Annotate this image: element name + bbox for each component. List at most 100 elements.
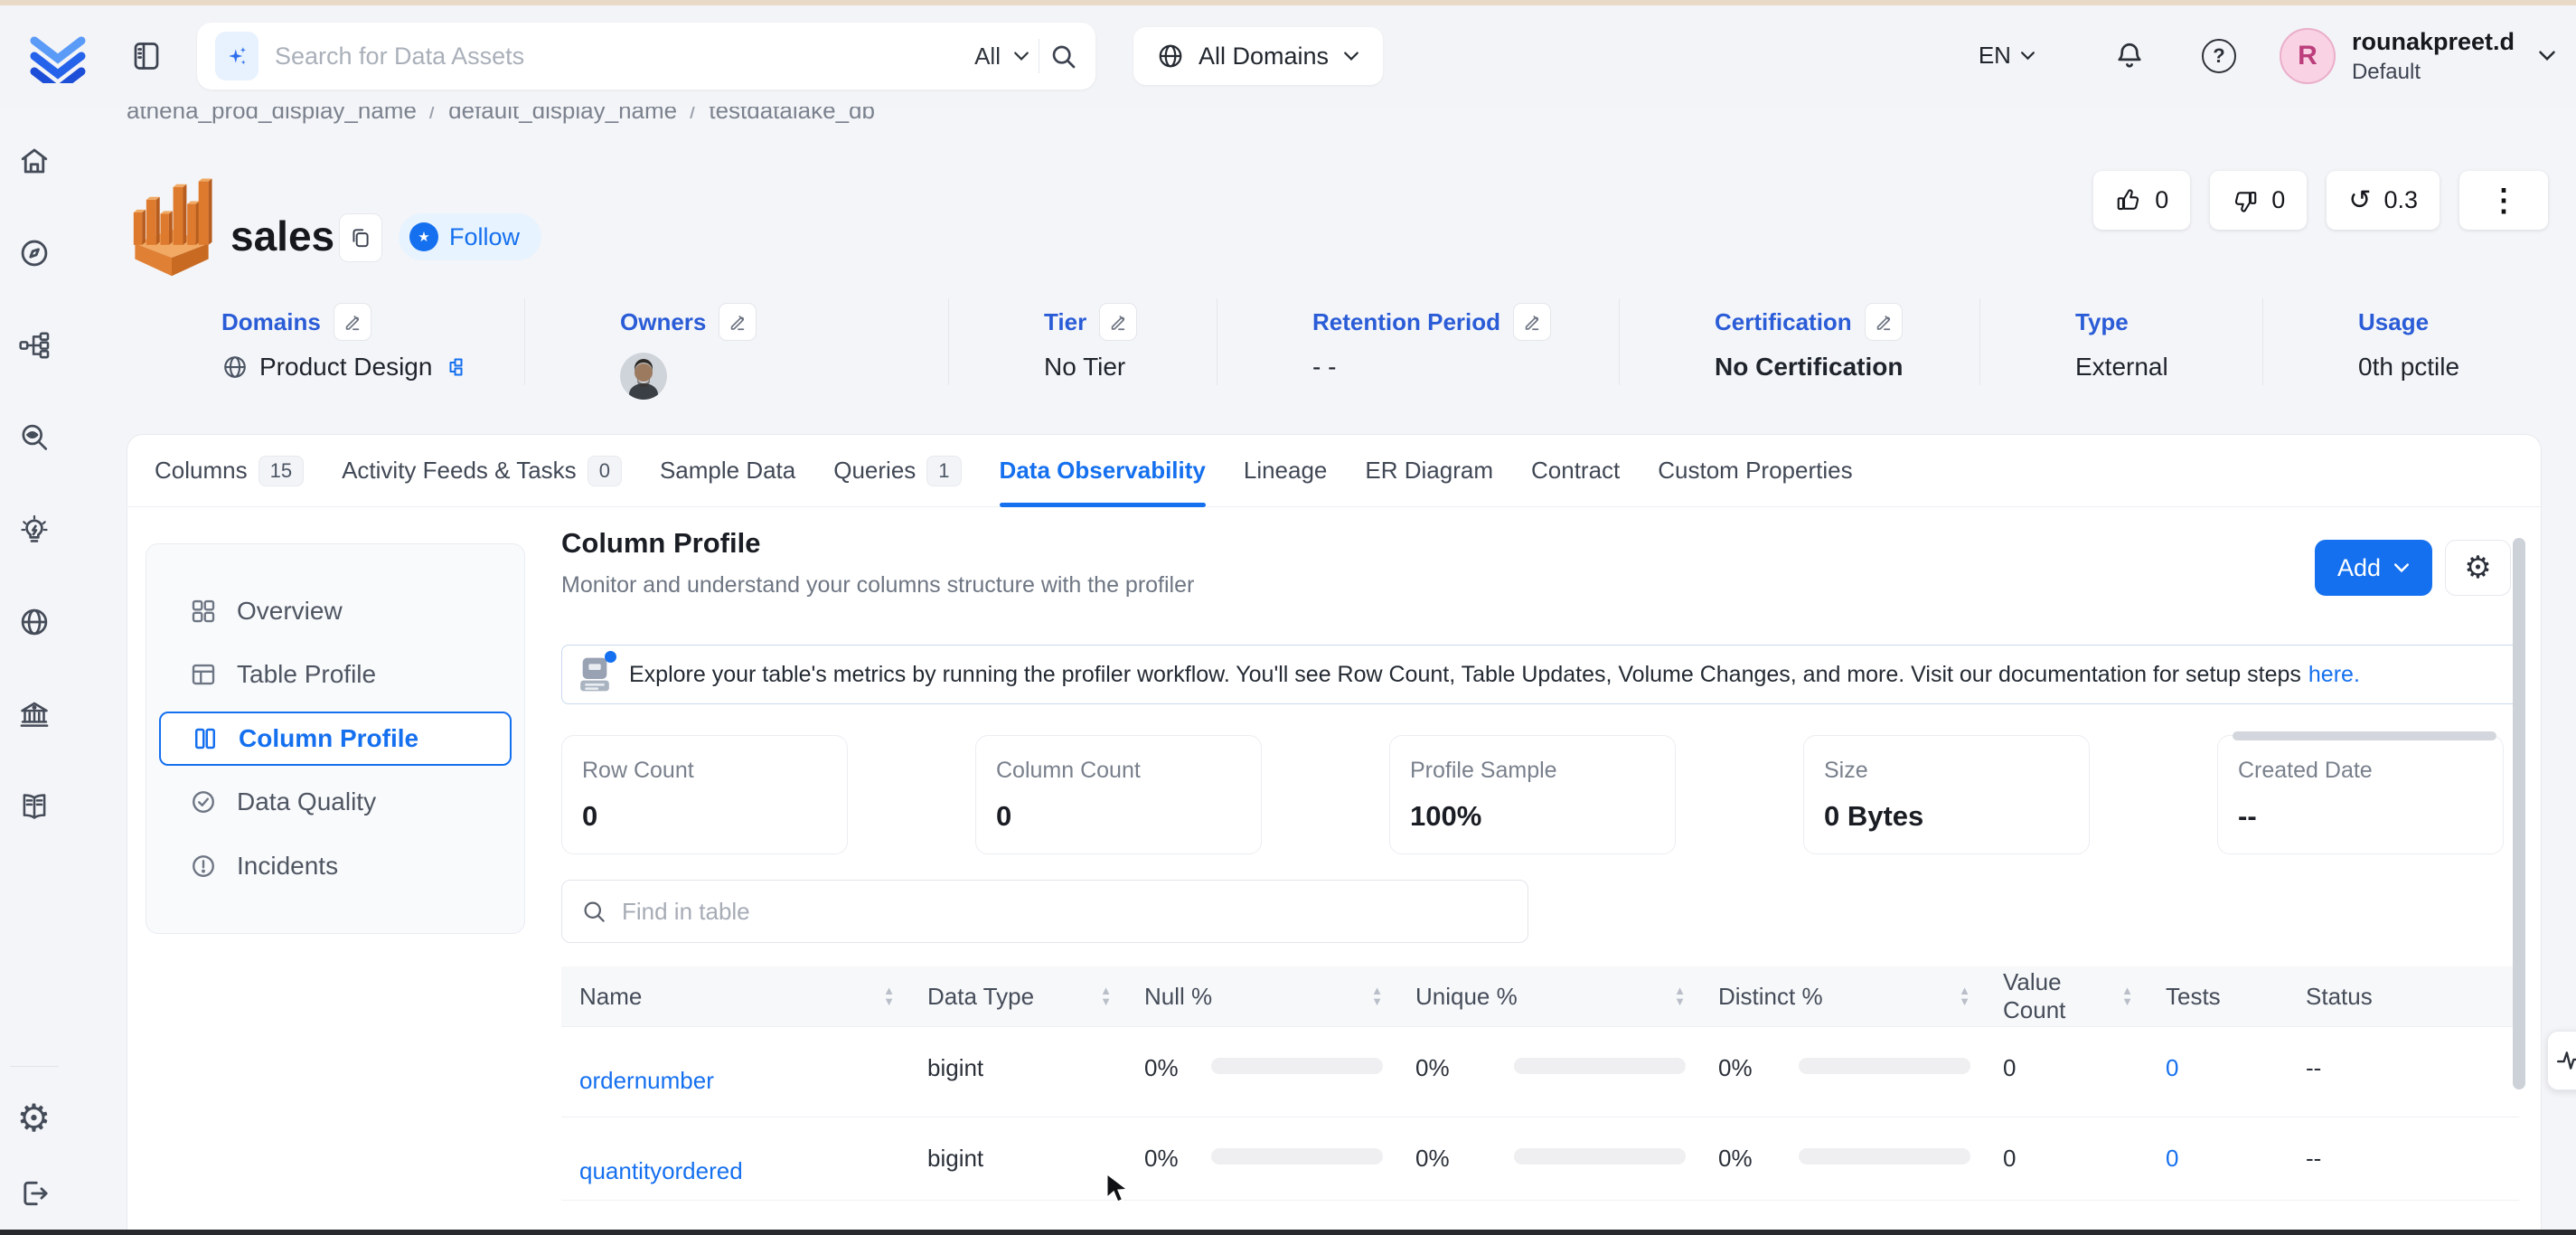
- user-menu-chevron[interactable]: [2538, 50, 2556, 61]
- ai-sparkle-icon[interactable]: [215, 32, 259, 80]
- menu-item-label: Incidents: [237, 852, 338, 881]
- pencil-icon: [1108, 312, 1128, 332]
- notifications-button[interactable]: [2113, 40, 2146, 72]
- profiler-settings-button[interactable]: ⚙: [2445, 540, 2511, 596]
- user-workspace: Default: [2352, 60, 2515, 85]
- tab-queries[interactable]: Queries1: [833, 435, 961, 506]
- search-icon[interactable]: [1048, 42, 1077, 71]
- edit-retention-button[interactable]: [1513, 303, 1551, 341]
- table-layout-icon: [190, 661, 217, 688]
- sort-control[interactable]: ▲▼: [1371, 985, 1383, 1007]
- tests-count-link[interactable]: 0: [2166, 1054, 2178, 1082]
- nav-govern-button[interactable]: [18, 698, 51, 731]
- column-name-link[interactable]: quantityordered: [579, 1157, 743, 1185]
- tab-columns[interactable]: Columns15: [155, 435, 304, 506]
- help-button[interactable]: ?: [2202, 39, 2236, 73]
- stat-value: 0 Bytes: [1824, 800, 2069, 833]
- docs-link[interactable]: here.: [2308, 662, 2360, 687]
- usage-value: 0th pctile: [2358, 353, 2459, 382]
- nav-insights-button[interactable]: [18, 514, 51, 546]
- search-scope-dropdown[interactable]: All: [974, 42, 1029, 71]
- more-actions-button[interactable]: ⋮: [2459, 171, 2548, 230]
- nav-glossary-button[interactable]: [18, 790, 51, 823]
- search-input[interactable]: [275, 42, 974, 71]
- header-name: Name▲▼: [561, 966, 909, 1026]
- all-domains-button[interactable]: All Domains: [1133, 27, 1383, 85]
- metadata-retention: Retention Period - -: [1217, 298, 1620, 385]
- caret-down-icon: ▼: [883, 996, 895, 1007]
- nav-home-button[interactable]: [18, 145, 51, 177]
- breadcrumb-database[interactable]: default_display_name: [448, 107, 677, 124]
- edit-domains-button[interactable]: [334, 303, 371, 341]
- entity-metadata-row: Domains Product Design Owners: [127, 298, 2540, 385]
- tests-count-link[interactable]: 0: [2166, 1145, 2178, 1173]
- tab-data-observability[interactable]: Data Observability: [1000, 435, 1206, 506]
- domains-label: Domains: [221, 308, 321, 336]
- globe-icon: [221, 354, 249, 381]
- vertical-scrollbar-thumb[interactable]: [2513, 538, 2525, 1089]
- right-edge-dock[interactable]: [2547, 1031, 2576, 1090]
- pencil-icon: [1522, 312, 1542, 332]
- menu-item-column-profile[interactable]: Column Profile: [159, 712, 512, 767]
- edit-tier-button[interactable]: [1099, 303, 1137, 341]
- sort-control[interactable]: ▲▼: [1959, 985, 1970, 1007]
- language-dropdown[interactable]: EN: [1979, 42, 2035, 70]
- sort-control[interactable]: ▲▼: [1674, 985, 1686, 1007]
- user-block[interactable]: rounakpreet.d Default: [2352, 28, 2515, 85]
- aws-athena-service-icon: [127, 170, 217, 280]
- tab-contract[interactable]: Contract: [1531, 435, 1620, 506]
- stat-label: Row Count: [582, 758, 827, 784]
- edit-owners-button[interactable]: [719, 303, 757, 341]
- nav-lineage-button[interactable]: [18, 329, 51, 362]
- app-logo-icon: [29, 29, 87, 83]
- copy-name-button[interactable]: [339, 213, 382, 262]
- sort-control[interactable]: ▲▼: [2121, 985, 2133, 1007]
- menu-item-incidents[interactable]: Incidents: [159, 839, 512, 893]
- column-name-link[interactable]: ordernumber: [579, 1067, 714, 1095]
- cell-data-type: bigint: [909, 1027, 1126, 1117]
- nav-logout-button[interactable]: [18, 1177, 51, 1210]
- usage-label: Usage: [2358, 308, 2429, 336]
- find-in-table-input[interactable]: [622, 898, 1509, 926]
- stat-card-size: Size 0 Bytes: [1803, 735, 2090, 854]
- nav-domains-button[interactable]: [18, 606, 51, 638]
- sort-control[interactable]: ▲▼: [1100, 985, 1112, 1007]
- upvote-button[interactable]: 0: [2093, 171, 2190, 230]
- notification-dot: [605, 651, 616, 663]
- entity-panel: Columns15 Activity Feeds & Tasks0 Sample…: [127, 434, 2542, 1235]
- nav-settings-button[interactable]: ⚙: [17, 1099, 52, 1137]
- edit-certification-button[interactable]: [1865, 303, 1903, 341]
- menu-item-table-profile[interactable]: Table Profile: [159, 647, 512, 702]
- tab-custom-properties[interactable]: Custom Properties: [1658, 435, 1852, 506]
- menu-item-overview[interactable]: Overview: [159, 584, 512, 638]
- owners-label: Owners: [620, 308, 706, 336]
- follow-button[interactable]: ★ Follow: [399, 213, 541, 260]
- breadcrumb-schema[interactable]: testdatalake_db: [709, 107, 875, 124]
- tab-er-diagram[interactable]: ER Diagram: [1365, 435, 1493, 506]
- sidebar-toggle-button[interactable]: [130, 40, 163, 72]
- breadcrumb-service[interactable]: athena_prod_display_name: [127, 107, 417, 124]
- cell-null-pct: 0%: [1126, 1027, 1397, 1117]
- cell-distinct-pct: 0%: [1700, 1027, 1985, 1117]
- sort-control[interactable]: ▲▼: [883, 985, 895, 1007]
- domain-value[interactable]: Product Design: [259, 353, 432, 382]
- menu-item-data-quality[interactable]: Data Quality: [159, 775, 512, 829]
- add-button[interactable]: Add: [2315, 540, 2432, 596]
- owner-avatar[interactable]: [620, 353, 667, 400]
- tab-lineage[interactable]: Lineage: [1244, 435, 1328, 506]
- tab-activity-feeds[interactable]: Activity Feeds & Tasks0: [342, 435, 622, 506]
- lineage-graph-icon: [18, 329, 51, 362]
- cell-status: --: [2288, 1117, 2519, 1200]
- subdomain-link-icon[interactable]: [443, 356, 465, 378]
- gear-icon: ⚙: [17, 1097, 52, 1139]
- version-history-button[interactable]: ↺ 0.3: [2327, 171, 2440, 230]
- profiler-side-menu: Overview Table Profile Column Profile Da…: [146, 543, 525, 934]
- downvote-button[interactable]: 0: [2210, 171, 2307, 230]
- horizontal-scrollbar-thumb[interactable]: [2233, 731, 2496, 740]
- tab-sample-data[interactable]: Sample Data: [660, 435, 795, 506]
- chevron-down-icon: [1013, 51, 1029, 61]
- nav-observability-button[interactable]: [18, 421, 51, 454]
- alert-circle-icon: [190, 853, 217, 880]
- user-avatar[interactable]: R: [2280, 28, 2336, 84]
- nav-explore-button[interactable]: [18, 237, 51, 269]
